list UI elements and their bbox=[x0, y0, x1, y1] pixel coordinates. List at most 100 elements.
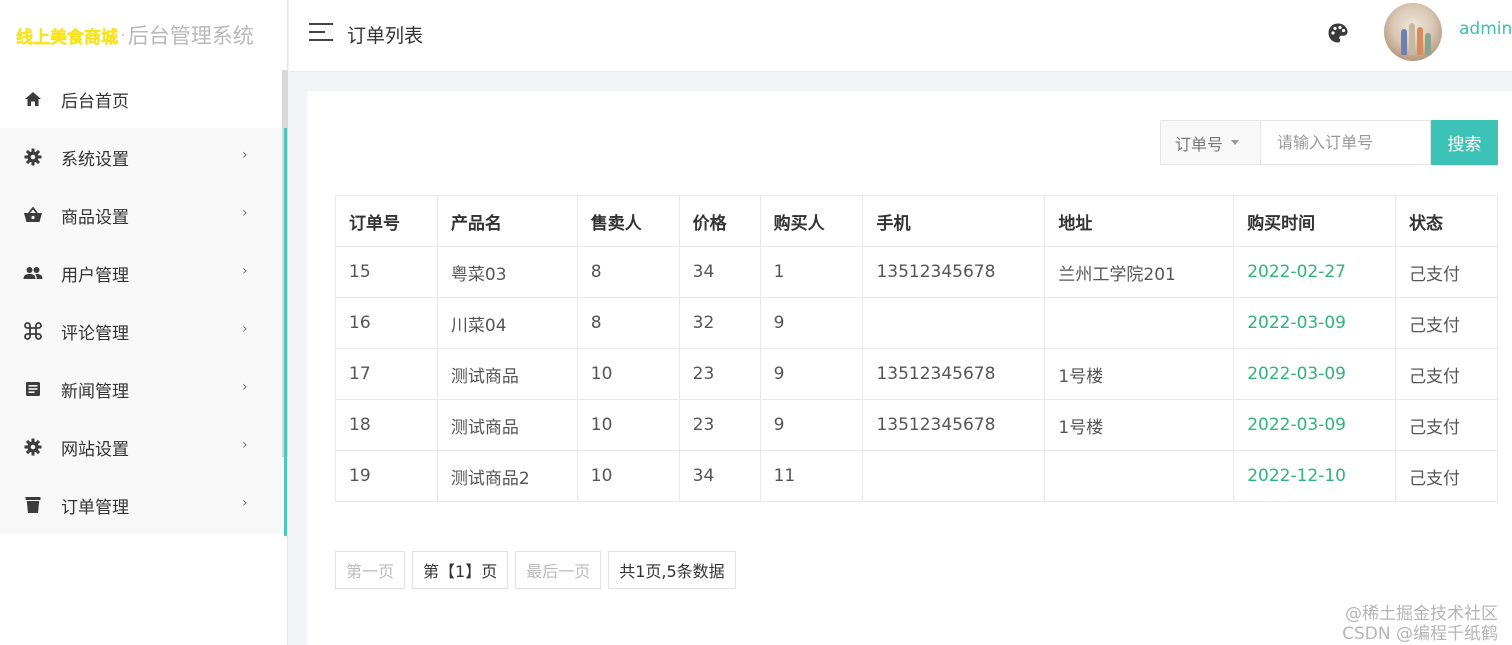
basket-icon bbox=[22, 204, 44, 226]
sidebar-item-system-settings[interactable]: 系统设置 › bbox=[0, 128, 284, 186]
order-id-cell: 17 bbox=[335, 348, 438, 400]
order-id-cell: 16 bbox=[335, 297, 438, 349]
search-bar: 订单号 搜索 bbox=[1160, 120, 1498, 165]
column-header: 售卖人 bbox=[576, 195, 680, 247]
column-header: 产品名 bbox=[436, 195, 578, 247]
caret-down-icon bbox=[1231, 140, 1240, 145]
table-header-row: 订单号 产品名 售卖人 价格 购买人 手机 地址 购买时间 状态 bbox=[335, 195, 1498, 247]
address-cell bbox=[1044, 450, 1235, 502]
logo-separator: · bbox=[120, 24, 126, 46]
phone-cell bbox=[862, 450, 1046, 502]
command-icon bbox=[22, 320, 44, 342]
address-cell: 1号楼 bbox=[1044, 399, 1235, 451]
sidebar-item-label: 订单管理 bbox=[61, 497, 129, 518]
search-field-label: 订单号 bbox=[1175, 134, 1224, 154]
watermark: @稀土掘金技术社区 CSDN @编程千纸鹤 bbox=[1342, 604, 1498, 644]
search-field-select[interactable]: 订单号 bbox=[1160, 120, 1261, 165]
seller-cell: 8 bbox=[576, 297, 680, 349]
phone-cell: 13512345678 bbox=[862, 246, 1046, 298]
sidebar: 线上美食商城 · 后台管理系统 后台首页 系统设置 › 商品设置 › 用户管理 … bbox=[0, 0, 288, 645]
sidebar-item-label: 新闻管理 bbox=[61, 381, 129, 402]
order-id-cell: 15 bbox=[335, 246, 438, 298]
status-cell: 己支付 bbox=[1395, 399, 1498, 451]
current-page-indicator: 第【1】页 bbox=[412, 551, 509, 589]
seller-cell: 10 bbox=[576, 399, 680, 451]
purchase-date-cell: 2022-03-09 bbox=[1233, 297, 1397, 349]
product-name-cell: 测试商品 bbox=[436, 399, 578, 451]
brand-name: 线上美食商城 bbox=[16, 27, 118, 48]
sidebar-item-comment-management[interactable]: 评论管理 › bbox=[0, 302, 284, 360]
column-header: 订单号 bbox=[335, 195, 438, 247]
address-cell bbox=[1044, 297, 1235, 349]
address-cell: 1号楼 bbox=[1044, 348, 1235, 400]
menu-toggle-icon[interactable] bbox=[309, 23, 333, 41]
order-id-cell: 18 bbox=[335, 399, 438, 451]
table-row: 15 粤菜03 8 34 1 13512345678 兰州工学院201 2022… bbox=[335, 246, 1498, 298]
users-icon bbox=[22, 262, 44, 284]
sidebar-item-label: 网站设置 bbox=[61, 439, 129, 460]
chevron-right-icon: › bbox=[242, 495, 248, 511]
purchase-date-cell: 2022-03-09 bbox=[1233, 348, 1397, 400]
sidebar-active-indicator bbox=[284, 128, 287, 536]
table-row: 19 测试商品2 10 34 11 2022-12-10 己支付 bbox=[335, 450, 1498, 502]
chevron-right-icon: › bbox=[242, 379, 248, 395]
last-page-button[interactable]: 最后一页 bbox=[515, 551, 602, 589]
sidebar-item-label: 系统设置 bbox=[61, 149, 129, 170]
sidebar-item-home[interactable]: 后台首页 bbox=[0, 70, 284, 128]
page-title: 订单列表 bbox=[347, 25, 424, 47]
palette-icon[interactable] bbox=[1327, 22, 1349, 44]
sidebar-item-user-management[interactable]: 用户管理 › bbox=[0, 244, 284, 302]
app-logo[interactable]: 线上美食商城 · 后台管理系统 bbox=[0, 0, 288, 70]
article-icon bbox=[22, 378, 44, 400]
sidebar-item-label: 后台首页 bbox=[61, 91, 129, 112]
orders-table: 订单号 产品名 售卖人 价格 购买人 手机 地址 购买时间 状态 15 粤菜03… bbox=[335, 195, 1498, 502]
product-name-cell: 测试商品 bbox=[436, 348, 578, 400]
price-cell: 34 bbox=[678, 450, 761, 502]
search-button[interactable]: 搜索 bbox=[1431, 120, 1498, 165]
chevron-right-icon: › bbox=[242, 263, 248, 279]
column-header: 价格 bbox=[678, 195, 761, 247]
sidebar-item-label: 评论管理 bbox=[61, 323, 129, 344]
price-cell: 32 bbox=[678, 297, 761, 349]
first-page-button[interactable]: 第一页 bbox=[335, 551, 406, 589]
page-summary: 共1页,5条数据 bbox=[608, 551, 736, 589]
user-name[interactable]: admin bbox=[1459, 19, 1512, 39]
top-bar: 订单列表 admin bbox=[289, 0, 1512, 72]
sidebar-item-product-settings[interactable]: 商品设置 › bbox=[0, 186, 284, 244]
purchase-date-cell: 2022-12-10 bbox=[1233, 450, 1397, 502]
home-icon bbox=[22, 88, 44, 110]
phone-cell bbox=[862, 297, 1046, 349]
buyer-cell: 9 bbox=[759, 399, 864, 451]
price-cell: 23 bbox=[678, 399, 761, 451]
sidebar-item-news-management[interactable]: 新闻管理 › bbox=[0, 360, 284, 418]
phone-cell: 13512345678 bbox=[862, 348, 1046, 400]
status-cell: 己支付 bbox=[1395, 246, 1498, 298]
price-cell: 23 bbox=[678, 348, 761, 400]
table-row: 16 川菜04 8 32 9 2022-03-09 己支付 bbox=[335, 297, 1498, 349]
pagination: 第一页 第【1】页 最后一页 共1页,5条数据 bbox=[335, 551, 743, 589]
sidebar-item-site-settings[interactable]: 网站设置 › bbox=[0, 418, 284, 476]
chevron-right-icon: › bbox=[242, 147, 248, 163]
chevron-right-icon: › bbox=[242, 205, 248, 221]
search-input[interactable] bbox=[1261, 120, 1431, 165]
gear-icon bbox=[22, 146, 44, 168]
system-name: 后台管理系统 bbox=[127, 24, 254, 48]
price-cell: 34 bbox=[678, 246, 761, 298]
buyer-cell: 9 bbox=[759, 297, 864, 349]
status-cell: 己支付 bbox=[1395, 450, 1498, 502]
avatar[interactable] bbox=[1384, 3, 1442, 61]
seller-cell: 8 bbox=[576, 246, 680, 298]
product-name-cell: 川菜04 bbox=[436, 297, 578, 349]
trash-icon bbox=[22, 494, 44, 516]
order-id-cell: 19 bbox=[335, 450, 438, 502]
buyer-cell: 1 bbox=[759, 246, 864, 298]
purchase-date-cell: 2022-03-09 bbox=[1233, 399, 1397, 451]
seller-cell: 10 bbox=[576, 348, 680, 400]
sidebar-item-order-management[interactable]: 订单管理 › bbox=[0, 476, 284, 534]
buyer-cell: 9 bbox=[759, 348, 864, 400]
buyer-cell: 11 bbox=[759, 450, 864, 502]
column-header: 手机 bbox=[862, 195, 1046, 247]
watermark-line: @稀土掘金技术社区 bbox=[1345, 604, 1498, 624]
status-cell: 己支付 bbox=[1395, 348, 1498, 400]
product-name-cell: 粤菜03 bbox=[436, 246, 578, 298]
